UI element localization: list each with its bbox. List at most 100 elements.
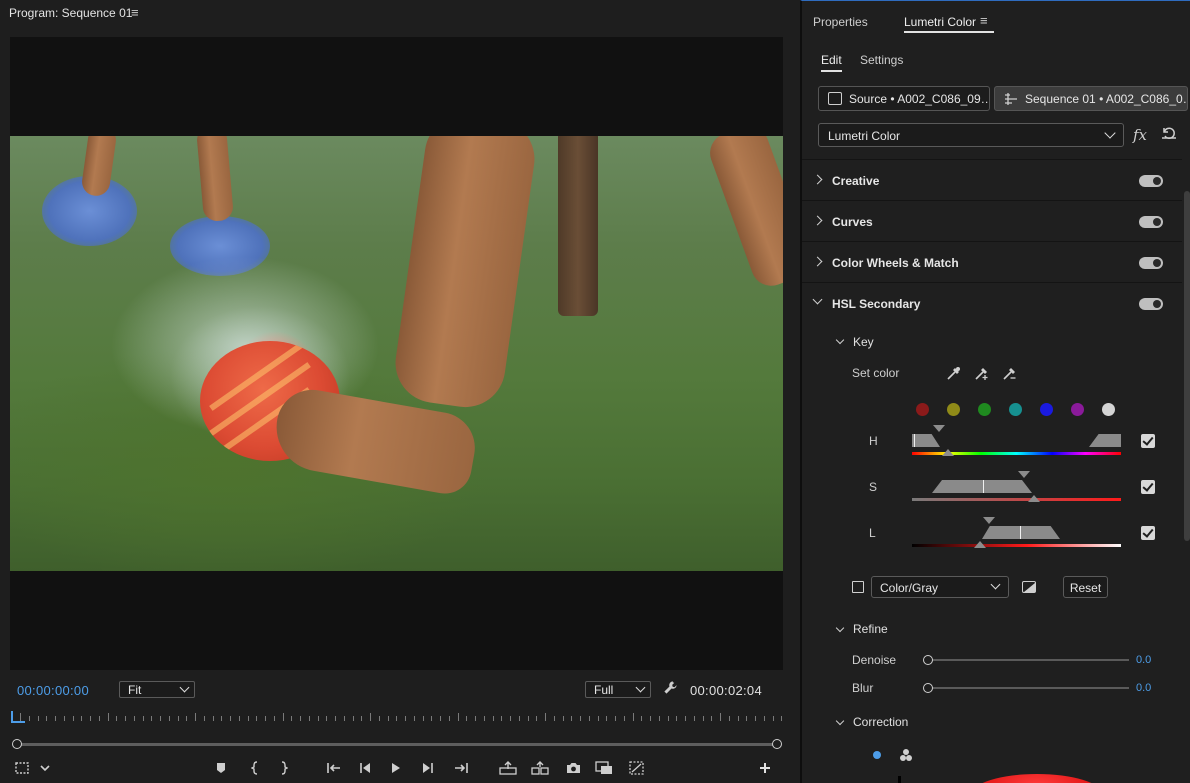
panel-menu-icon[interactable]: ≡ <box>131 5 139 20</box>
denoise-value[interactable]: 0.0 <box>1136 654 1151 666</box>
ruler-tick <box>720 713 721 721</box>
safe-margins-button[interactable] <box>13 759 31 777</box>
step-back-button[interactable] <box>357 759 373 777</box>
chevron-down-icon[interactable] <box>38 759 52 777</box>
swatch-white[interactable] <box>1102 403 1115 416</box>
ruler-tick <box>125 716 126 721</box>
swatch-red[interactable] <box>916 403 929 416</box>
zoom-scrollbar-track[interactable] <box>19 743 775 746</box>
eyedropper-subtract-icon[interactable] <box>1002 365 1018 381</box>
hue-range-handle-bottom[interactable] <box>942 449 954 456</box>
current-timecode[interactable]: 00:00:00:00 <box>17 683 89 698</box>
eyedropper-icon[interactable] <box>946 365 962 381</box>
toggle-proxies-button[interactable] <box>627 759 645 777</box>
lift-button[interactable] <box>498 759 518 777</box>
ruler-tick <box>685 716 686 721</box>
resolution-value: Full <box>594 683 614 697</box>
show-mask-checkbox[interactable] <box>852 581 864 593</box>
correction-subsection-label[interactable]: Correction <box>853 715 908 729</box>
hue-enable-checkbox[interactable] <box>1141 434 1155 448</box>
fx-bypass-icon[interactable]: fx <box>1133 126 1147 144</box>
reset-button[interactable]: Reset <box>1063 576 1108 598</box>
playback-resolution-select[interactable]: Full <box>585 681 651 698</box>
effect-instance-select[interactable]: Lumetri Color <box>818 123 1124 147</box>
section-enable-toggle[interactable] <box>1139 298 1163 310</box>
chevron-down-icon[interactable] <box>812 294 823 305</box>
time-ruler[interactable] <box>10 708 783 726</box>
three-wheel-mode-icon[interactable] <box>899 748 913 762</box>
swatch-green[interactable] <box>978 403 991 416</box>
swatch-magenta[interactable] <box>1071 403 1084 416</box>
sequence-clip-button[interactable]: Sequence 01 • A002_C086_0… <box>994 86 1188 111</box>
ruler-tick <box>343 716 345 721</box>
swatch-blue[interactable] <box>1040 403 1053 416</box>
reset-effect-icon[interactable] <box>1161 126 1177 143</box>
chevron-down-icon <box>179 682 190 693</box>
mark-in-button[interactable] <box>248 759 262 777</box>
zoom-scrollbar[interactable] <box>12 739 782 749</box>
swatch-cyan[interactable] <box>1009 403 1022 416</box>
swatch-yellow[interactable] <box>947 403 960 416</box>
section-color-wheels-match[interactable]: Color Wheels & Match <box>802 242 1182 283</box>
add-button-plus-icon[interactable] <box>757 759 773 777</box>
saturation-range[interactable] <box>932 480 1032 493</box>
tab-properties[interactable]: Properties <box>813 15 868 29</box>
invert-mask-icon[interactable] <box>1022 581 1036 593</box>
luminance-range-handle-bottom[interactable] <box>974 541 986 548</box>
section-enable-toggle[interactable] <box>1139 175 1163 187</box>
luminance-range-handle-top[interactable] <box>983 517 995 524</box>
section-hsl-secondary[interactable]: HSL Secondary <box>802 283 1182 324</box>
zoom-scrollbar-start-handle[interactable] <box>12 739 22 749</box>
section-enable-toggle[interactable] <box>1139 257 1163 269</box>
ruler-tick <box>763 716 765 721</box>
denoise-slider-track[interactable] <box>932 659 1129 661</box>
eyedropper-add-icon[interactable] <box>974 365 990 381</box>
zoom-level-select[interactable]: Fit <box>119 681 195 698</box>
blur-value[interactable]: 0.0 <box>1136 682 1151 694</box>
wheel-slider-bar[interactable] <box>898 776 901 783</box>
play-button[interactable] <box>388 759 404 777</box>
denoise-slider-handle[interactable] <box>923 655 933 665</box>
ruler-tick <box>737 716 739 721</box>
saturation-enable-checkbox[interactable] <box>1141 480 1155 494</box>
section-curves[interactable]: Curves <box>802 201 1182 242</box>
add-marker-button[interactable] <box>213 759 229 777</box>
refine-subsection-label[interactable]: Refine <box>853 622 888 636</box>
mark-out-button[interactable] <box>277 759 291 777</box>
luminance-enable-checkbox[interactable] <box>1141 526 1155 540</box>
playhead[interactable] <box>11 711 25 723</box>
wrench-settings-icon[interactable] <box>663 680 678 698</box>
ruler-tick <box>580 716 581 721</box>
ruler-tick <box>746 716 748 721</box>
saturation-range-handle-bottom[interactable] <box>1028 495 1040 502</box>
video-viewer[interactable] <box>10 37 783 670</box>
go-to-in-button[interactable] <box>325 759 343 777</box>
hue-range-handle-top[interactable] <box>933 425 945 432</box>
saturation-range-handle-top[interactable] <box>1018 471 1030 478</box>
chevron-right-icon[interactable] <box>812 174 823 185</box>
section-creative[interactable]: Creative <box>802 160 1182 201</box>
source-clip-button[interactable]: Source • A002_C086_09… <box>818 86 990 111</box>
mask-mode-select[interactable]: Color/Gray <box>871 576 1009 598</box>
ruler-tick <box>650 716 651 721</box>
step-forward-button[interactable] <box>420 759 436 777</box>
luminance-range[interactable] <box>982 526 1060 539</box>
extract-button[interactable] <box>530 759 550 777</box>
subtab-edit[interactable]: Edit <box>821 53 842 72</box>
key-subsection-label[interactable]: Key <box>853 335 874 349</box>
section-enable-toggle[interactable] <box>1139 216 1163 228</box>
chevron-right-icon[interactable] <box>812 215 823 226</box>
panel-scrollbar[interactable] <box>1184 191 1190 541</box>
zoom-scrollbar-end-handle[interactable] <box>772 739 782 749</box>
tab-lumetri-color[interactable]: Lumetri Color <box>904 15 995 33</box>
single-wheel-mode-icon[interactable] <box>873 751 881 759</box>
subtab-settings[interactable]: Settings <box>860 53 903 67</box>
comparison-view-button[interactable] <box>594 759 614 777</box>
panel-menu-icon[interactable]: ≡ <box>980 13 988 28</box>
go-to-out-button[interactable] <box>452 759 470 777</box>
blur-slider-handle[interactable] <box>923 683 933 693</box>
program-monitor-title[interactable]: Program: Sequence 01 <box>9 6 132 20</box>
chevron-right-icon[interactable] <box>812 256 823 267</box>
blur-slider-track[interactable] <box>932 687 1129 689</box>
export-frame-camera-icon[interactable] <box>564 759 582 777</box>
